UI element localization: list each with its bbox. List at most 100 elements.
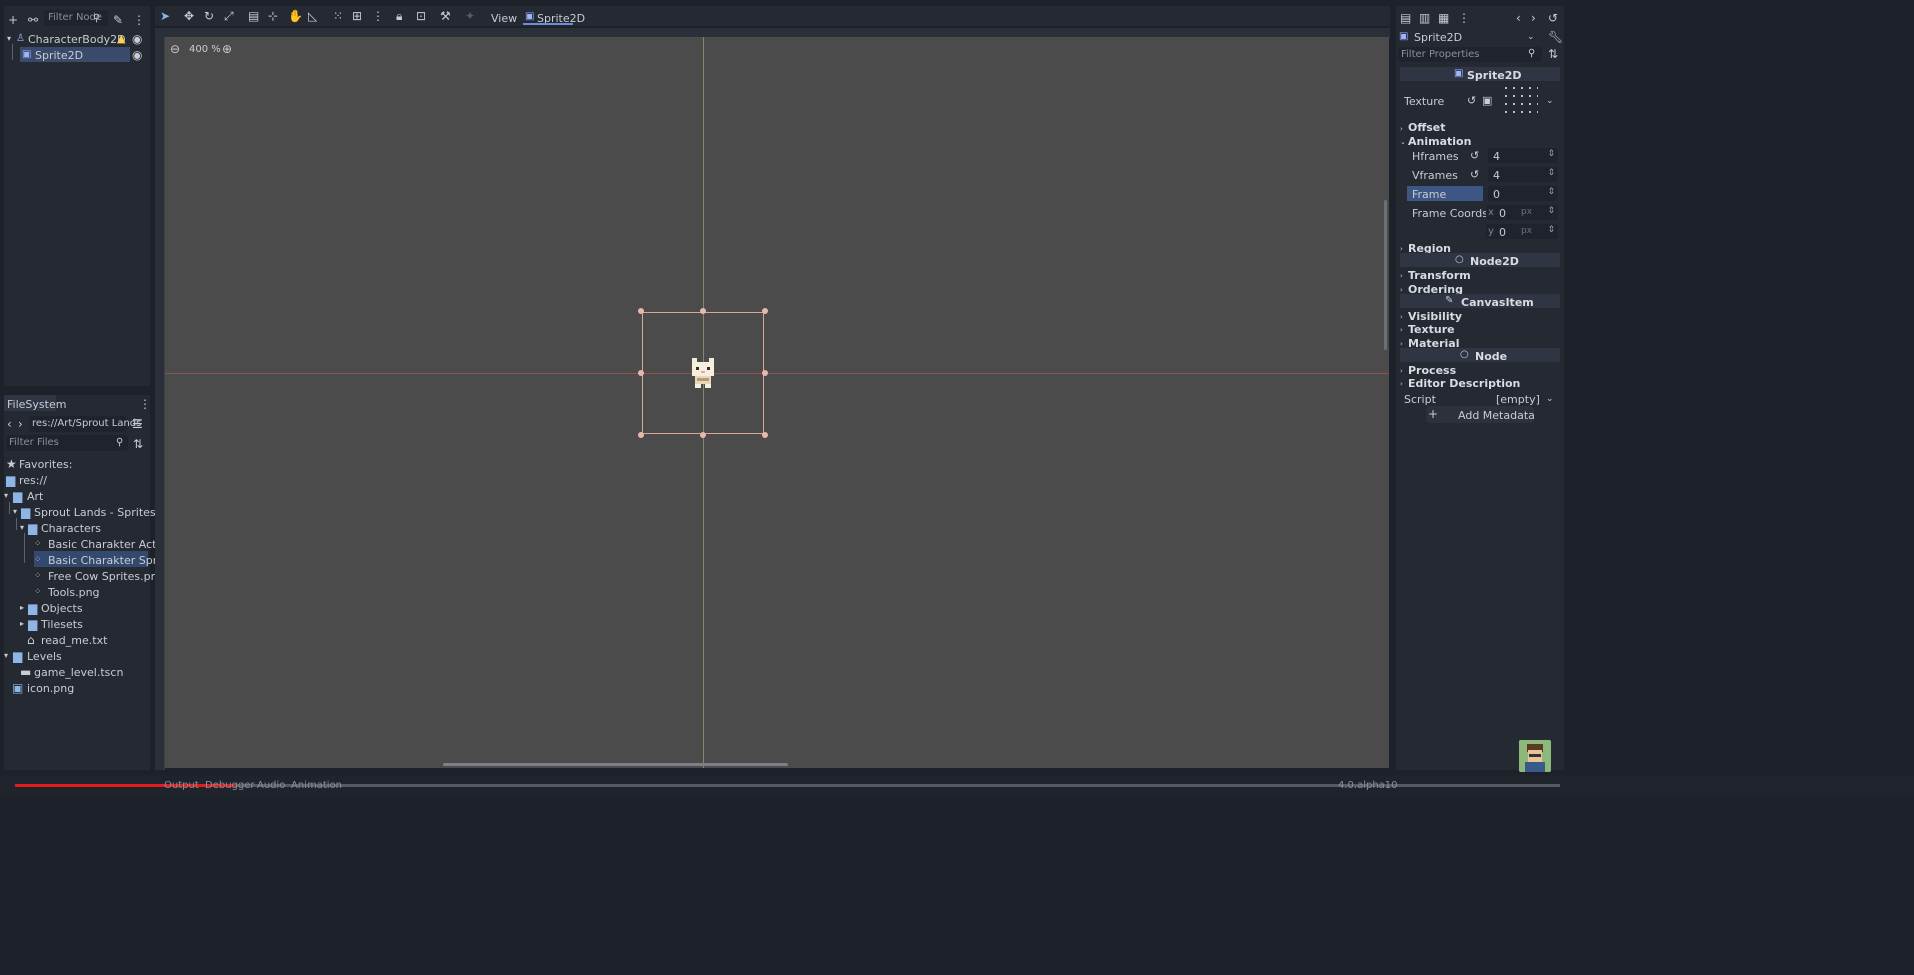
menu-icon[interactable]: ⋮	[139, 396, 151, 412]
bottom-tab-output[interactable]: Output	[164, 780, 199, 791]
fs-item-game-level[interactable]: game_level.tscn	[34, 666, 123, 679]
collapse-arrow-icon[interactable]: ▾	[7, 31, 11, 47]
tree-node-sprite2d[interactable]: Sprite2D	[35, 49, 83, 62]
section-animation[interactable]: Animation	[1408, 135, 1471, 148]
section-offset[interactable]: Offset	[1408, 121, 1446, 134]
frame-coords-y-field[interactable]: y 0 px ⇕	[1486, 224, 1558, 239]
spinner-icon[interactable]: ⇕	[1547, 206, 1555, 216]
section-transform[interactable]: Transform	[1408, 269, 1471, 282]
save-resource-icon[interactable]: ▦	[1438, 10, 1449, 26]
spinner-icon[interactable]: ⇕	[1547, 168, 1555, 178]
canvas-viewport[interactable]	[165, 37, 1389, 768]
section-texture[interactable]: Texture	[1408, 323, 1455, 336]
expand-arrow-icon[interactable]: ▸	[20, 616, 24, 632]
link-icon[interactable]: ⚯	[28, 12, 38, 28]
back-icon[interactable]: ‹	[7, 416, 12, 432]
fs-item-res[interactable]: res://	[19, 474, 47, 487]
selection-handle[interactable]	[638, 432, 644, 438]
fs-item-characters[interactable]: Characters	[41, 522, 101, 535]
chevron-down-icon[interactable]: ⌄	[1546, 93, 1554, 109]
texture-file-icon[interactable]: ▣	[1482, 93, 1492, 109]
split-view-icon[interactable]: ☰	[132, 416, 143, 432]
selection-handle[interactable]	[700, 308, 706, 314]
view-menu[interactable]: View	[491, 12, 517, 25]
move-tool-icon[interactable]: ✥	[184, 8, 194, 24]
selection-handle[interactable]	[700, 432, 706, 438]
rotate-tool-icon[interactable]: ↻	[204, 8, 214, 24]
fs-item-readme[interactable]: read_me.txt	[41, 634, 107, 647]
section-visibility[interactable]: Visibility	[1408, 310, 1462, 323]
menu-icon[interactable]: ⋮	[1458, 10, 1470, 26]
group-icon[interactable]: ⊡	[416, 8, 426, 24]
spinner-icon[interactable]: ⇕	[1547, 149, 1555, 159]
visibility-eye-icon[interactable]: ◉	[132, 47, 142, 63]
viewport-scrollbar-h[interactable]	[443, 763, 788, 766]
ruler-tool-icon[interactable]: ◺	[308, 8, 317, 24]
add-node-icon[interactable]: +	[8, 12, 18, 28]
bone-icon[interactable]: ⚒	[440, 8, 451, 24]
history-back-icon[interactable]: ‹	[1516, 10, 1521, 26]
fs-item-art[interactable]: Art	[27, 490, 43, 503]
frame-coords-x-field[interactable]: x 0 px ⇕	[1486, 205, 1558, 220]
sort-icon[interactable]: ⇅	[1548, 46, 1558, 62]
filter-properties-input[interactable]: Filter Properties	[1398, 47, 1542, 62]
collapse-arrow-icon[interactable]: ▾	[4, 488, 8, 504]
fs-item-objects[interactable]: Objects	[41, 602, 83, 615]
lock-icon[interactable]: 🔒︎	[396, 8, 402, 24]
frame-field[interactable]: 0 ⇕	[1488, 186, 1558, 201]
load-resource-icon[interactable]: ▥	[1419, 10, 1430, 26]
spinner-icon[interactable]: ⇕	[1547, 187, 1555, 197]
scale-tool-icon[interactable]: ⤢	[224, 8, 234, 24]
spinner-icon[interactable]: ⇕	[1547, 225, 1555, 235]
menu-icon[interactable]: ⋮	[133, 12, 145, 28]
fs-item-cow[interactable]: Free Cow Sprites.png	[48, 570, 165, 583]
pan-tool-icon[interactable]: ✋	[288, 8, 303, 24]
history-forward-icon[interactable]: ›	[1531, 10, 1536, 26]
revert-icon[interactable]: ↺	[1470, 167, 1479, 183]
selection-handle[interactable]	[762, 370, 768, 376]
zoom-out-icon[interactable]: ⊖	[170, 41, 180, 57]
fs-item-tools[interactable]: Tools.png	[48, 586, 100, 599]
list-tool-icon[interactable]: ▤	[248, 8, 259, 24]
tree-node-characterbody2d[interactable]: CharacterBody2D	[28, 33, 126, 46]
fs-item-tilesets[interactable]: Tilesets	[41, 618, 83, 631]
collapse-arrow-icon[interactable]: ▾	[4, 648, 8, 664]
fs-item-levels[interactable]: Levels	[27, 650, 62, 663]
chevron-down-icon[interactable]: ⌄	[1527, 29, 1535, 45]
camera-icon[interactable]: ✦	[465, 8, 475, 24]
more-icon[interactable]: ⋮	[372, 8, 384, 24]
selection-handle[interactable]	[638, 308, 644, 314]
revert-icon[interactable]: ↺	[1470, 148, 1479, 164]
selection-handle[interactable]	[762, 432, 768, 438]
vframes-field[interactable]: 4 ⇕	[1488, 167, 1558, 182]
select-tool-icon[interactable]: ➤	[160, 8, 170, 24]
history-icon[interactable]: ↺	[1548, 10, 1558, 26]
bottom-tab-debugger[interactable]: Debugger	[205, 780, 255, 791]
sort-icon[interactable]: ⇅	[133, 436, 143, 452]
warning-icon[interactable]: ▲	[117, 31, 125, 47]
fs-item-icon-png[interactable]: icon.png	[27, 682, 74, 695]
viewport-scrollbar-v[interactable]	[1384, 200, 1387, 350]
fs-item-favorites[interactable]: Favorites:	[19, 458, 72, 471]
pivot-tool-icon[interactable]: ⊹	[268, 8, 278, 24]
visibility-eye-icon[interactable]: ◉	[132, 31, 142, 47]
bottom-tab-animation[interactable]: Animation	[291, 780, 342, 791]
texture-preview[interactable]	[1502, 84, 1538, 118]
selection-handle[interactable]	[638, 370, 644, 376]
chevron-down-icon[interactable]: ⌄	[1546, 391, 1554, 407]
zoom-in-icon[interactable]: ⊕	[222, 41, 232, 57]
tool-icon[interactable]: 🔧︎	[1548, 29, 1563, 45]
revert-icon[interactable]: ↺	[1467, 93, 1476, 109]
selection-handle[interactable]	[762, 308, 768, 314]
section-editor-description[interactable]: Editor Description	[1408, 377, 1520, 390]
script-icon[interactable]: ✎	[113, 12, 123, 28]
snap-icon[interactable]: ⁙	[333, 8, 343, 24]
bottom-tab-audio[interactable]: Audio	[257, 780, 285, 791]
new-resource-icon[interactable]: ▤	[1400, 10, 1411, 26]
filter-files-input[interactable]: Filter Files	[6, 435, 128, 451]
zoom-level[interactable]: 400 %	[189, 44, 221, 55]
hframes-field[interactable]: 4 ⇕	[1488, 148, 1558, 163]
forward-icon[interactable]: ›	[18, 416, 23, 432]
video-progress-fill[interactable]	[15, 784, 235, 787]
script-value[interactable]: [empty]	[1496, 393, 1540, 406]
